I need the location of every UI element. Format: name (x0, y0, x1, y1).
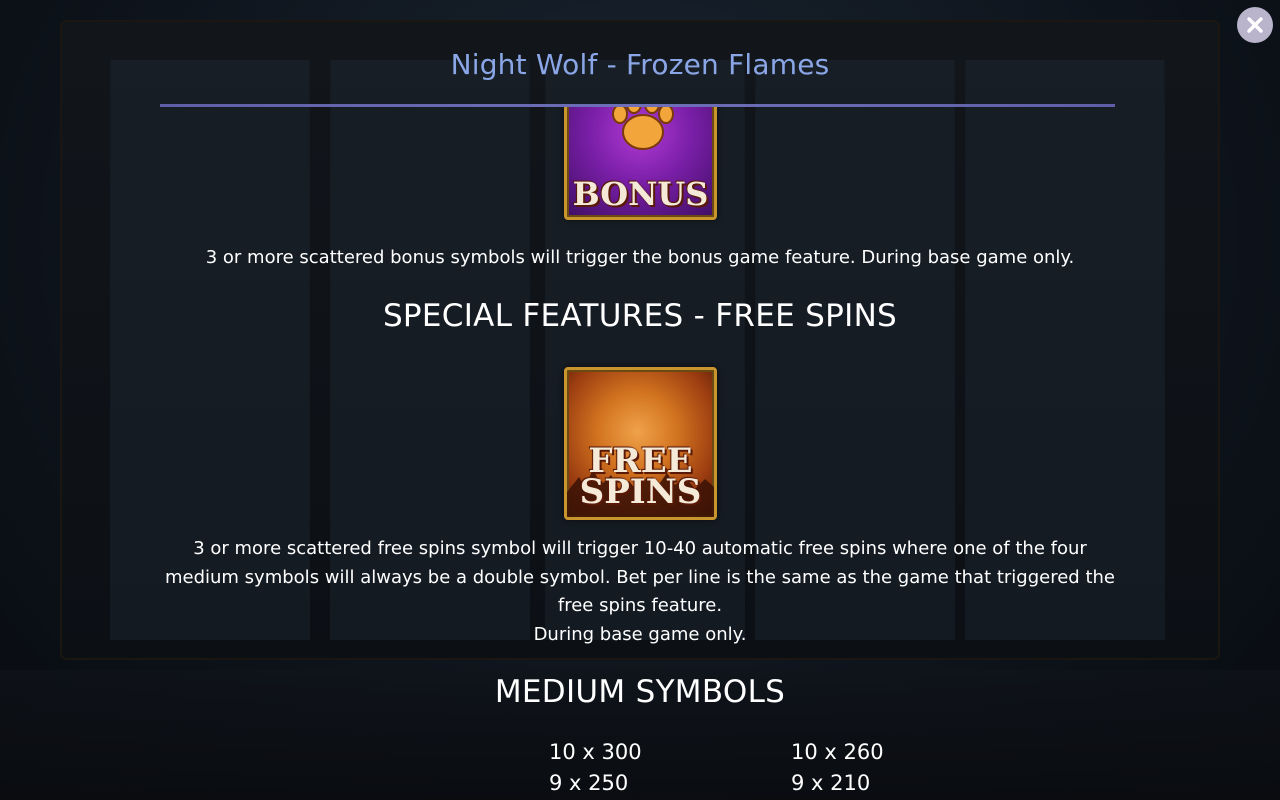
free-spins-symbol: FREE SPINS (564, 367, 717, 520)
medium-symbols-heading: MEDIUM SYMBOLS (494, 674, 786, 710)
free-spins-symbol-label: FREE SPINS (567, 444, 714, 512)
paytable-content[interactable]: BONUS 3 or more scattered bonus symbols … (0, 107, 1280, 800)
bonus-symbol-label: BONUS (572, 175, 709, 213)
paytable-title: Night Wolf - Frozen Flames (450, 48, 830, 81)
free-spins-description-line: 3 or more scattered free spins symbol wi… (193, 538, 1087, 559)
pay-row: 10 x 260 (791, 740, 884, 764)
pay-row: 9 x 250 (549, 771, 629, 795)
close-icon (1247, 17, 1263, 33)
free-spins-description-line: medium symbols will always be a double s… (164, 566, 1115, 588)
pay-row: 10 x 300 (549, 740, 642, 764)
free-spins-description-line: During base game only. (533, 623, 747, 645)
paw-icon (612, 107, 674, 150)
medium-symbol-pay-column: 10 x 300 9 x 250 (549, 737, 642, 799)
bonus-symbol: BONUS (564, 107, 717, 220)
medium-symbol-pay-column: 10 x 260 9 x 210 (791, 737, 884, 799)
bonus-description: 3 or more scattered bonus symbols will t… (205, 247, 1075, 268)
pay-row: 9 x 210 (791, 771, 871, 795)
free-spins-symbol-label-line: SPINS (579, 472, 702, 512)
free-spins-description-line: free spins feature. (557, 595, 723, 616)
close-button[interactable] (1237, 7, 1273, 43)
free-spins-heading: SPECIAL FEATURES - FREE SPINS (382, 298, 898, 334)
free-spins-description: 3 or more scattered free spins symbol wi… (0, 535, 1280, 649)
